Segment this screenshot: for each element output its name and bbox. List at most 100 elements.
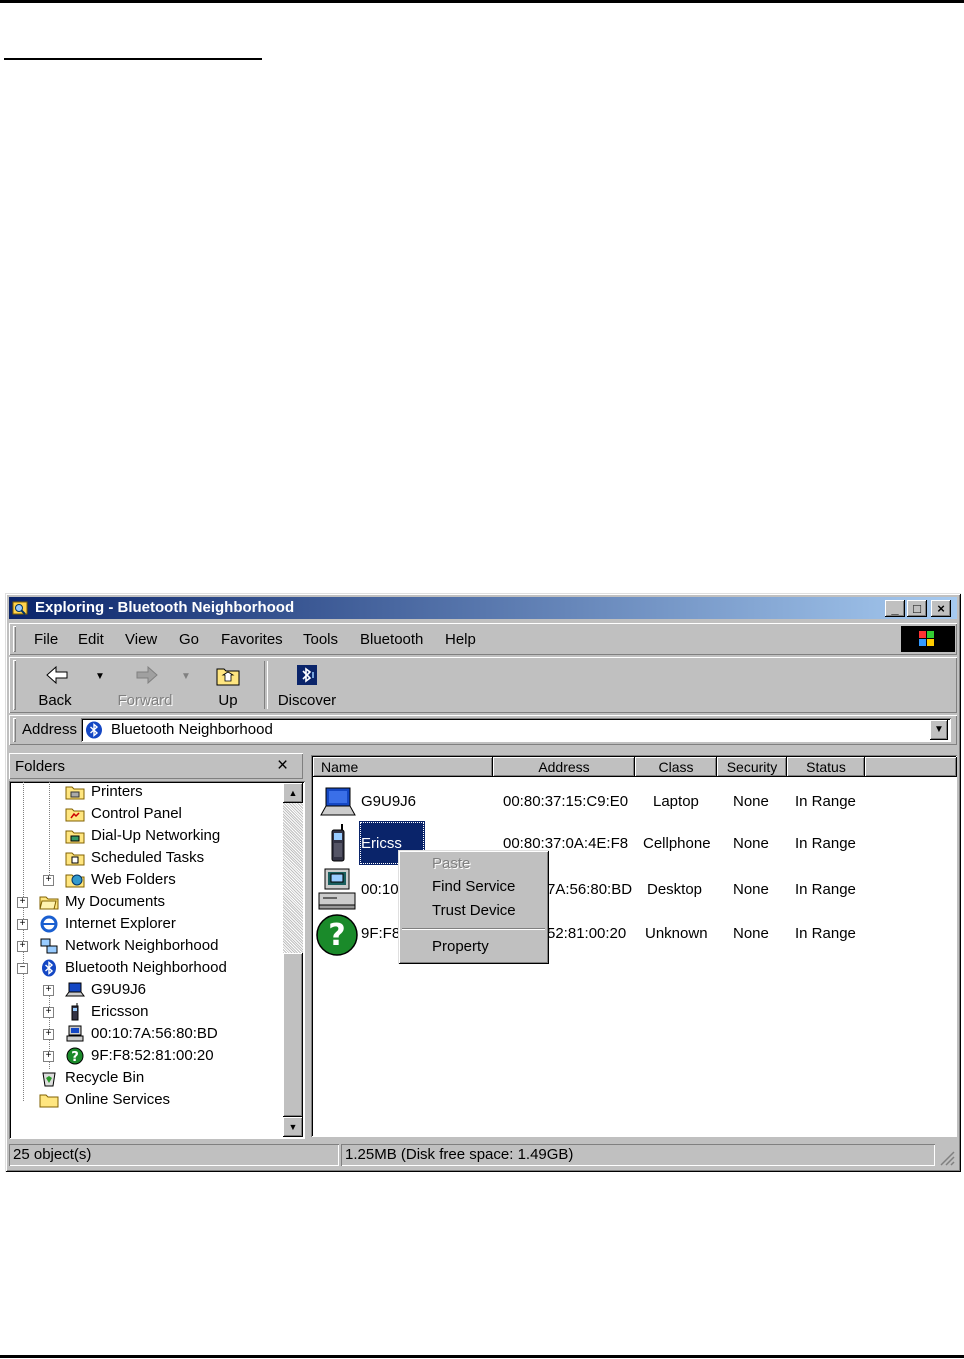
folder-tree[interactable]: Printers Control Panel Dial-Up Networkin… bbox=[9, 781, 305, 1139]
scroll-up-button[interactable]: ▲ bbox=[283, 783, 303, 803]
tree-item-desktop-device[interactable]: + 00:10:7A:56:80:BD bbox=[43, 1023, 263, 1045]
forward-dropdown-icon[interactable]: ▼ bbox=[181, 671, 191, 682]
menu-help[interactable]: Help bbox=[445, 631, 476, 648]
address-bar: Address Bluetooth Neighborhood ▼ bbox=[9, 715, 957, 745]
column-header-blank bbox=[865, 757, 957, 777]
maximize-button[interactable]: □ bbox=[907, 600, 927, 617]
row-name: 9F:F8 bbox=[361, 925, 401, 942]
address-value: Bluetooth Neighborhood bbox=[111, 721, 273, 738]
tree-item-web-folders[interactable]: + Web Folders bbox=[43, 869, 243, 891]
address-bar-grip[interactable] bbox=[13, 718, 16, 742]
close-button[interactable]: × bbox=[931, 600, 951, 617]
context-menu-property[interactable]: Property bbox=[432, 938, 489, 955]
bluetooth-discover-icon bbox=[297, 665, 317, 685]
context-menu-find-service[interactable]: Find Service bbox=[432, 878, 515, 895]
menu-view[interactable]: View bbox=[125, 631, 157, 648]
column-header-name[interactable]: Name bbox=[313, 757, 493, 777]
svg-text:?: ? bbox=[71, 1050, 79, 1065]
row-address: 7A:56:80:BD bbox=[547, 881, 633, 898]
context-menu: Paste Find Service Trust Device Property bbox=[398, 850, 549, 964]
menu-bar-grip[interactable] bbox=[13, 626, 16, 652]
desktop-computer-icon bbox=[318, 868, 356, 910]
expand-icon[interactable]: + bbox=[17, 941, 28, 952]
menu-bluetooth[interactable]: Bluetooth bbox=[360, 631, 423, 648]
title-bar[interactable]: Exploring - Bluetooth Neighborhood _ □ × bbox=[9, 597, 957, 619]
cellphone-icon bbox=[71, 1003, 79, 1021]
folder-icon bbox=[39, 1094, 59, 1108]
row-class: Desktop bbox=[647, 881, 703, 898]
menu-favorites[interactable]: Favorites bbox=[221, 631, 283, 648]
scheduled-tasks-icon bbox=[65, 852, 85, 866]
expand-icon[interactable]: + bbox=[17, 919, 28, 930]
expand-icon[interactable]: + bbox=[43, 1029, 54, 1040]
tree-item-ericsson[interactable]: + Ericsson bbox=[43, 1001, 243, 1023]
toolbar-grip[interactable] bbox=[13, 660, 16, 710]
address-field[interactable]: Bluetooth Neighborhood ▼ bbox=[81, 718, 951, 742]
row-security: None bbox=[733, 925, 769, 942]
tree-item-g9u9j6[interactable]: + G9U9J6 bbox=[43, 979, 243, 1001]
column-header-address[interactable]: Address bbox=[493, 757, 635, 777]
explorer-window-icon bbox=[12, 601, 28, 615]
folders-close-icon[interactable]: × bbox=[277, 755, 288, 777]
tree-item-my-documents[interactable]: + My Documents bbox=[17, 891, 237, 913]
scroll-thumb[interactable] bbox=[283, 953, 303, 1117]
dialup-networking-icon bbox=[65, 830, 85, 844]
expand-icon[interactable]: + bbox=[43, 875, 54, 886]
minimize-button[interactable]: _ bbox=[885, 600, 905, 617]
toolbar-separator bbox=[264, 661, 268, 709]
menu-edit[interactable]: Edit bbox=[78, 631, 104, 648]
context-menu-paste[interactable]: Paste bbox=[432, 855, 470, 872]
svg-text:?: ? bbox=[328, 918, 345, 953]
column-header-class[interactable]: Class bbox=[635, 757, 717, 777]
discover-label: Discover bbox=[277, 692, 337, 709]
expand-icon[interactable]: + bbox=[17, 897, 28, 908]
tree-line bbox=[49, 781, 50, 881]
row-address: 00:80:37:15:C9:E0 bbox=[503, 793, 629, 810]
row-security: None bbox=[733, 793, 769, 810]
back-button[interactable]: Back bbox=[25, 659, 85, 711]
unknown-device-icon: ? bbox=[66, 1047, 84, 1065]
bluetooth-icon bbox=[86, 721, 102, 739]
web-folders-icon bbox=[65, 874, 85, 888]
collapse-icon[interactable]: − bbox=[17, 963, 28, 974]
tree-item-internet-explorer[interactable]: + Internet Explorer bbox=[17, 913, 237, 935]
context-menu-trust-device[interactable]: Trust Device bbox=[432, 902, 516, 919]
discover-button[interactable]: Discover bbox=[273, 659, 341, 711]
chevron-down-icon: ▼ bbox=[934, 724, 944, 735]
forward-arrow-icon bbox=[136, 665, 158, 685]
windows-logo bbox=[901, 626, 955, 652]
folder-tree-scrollbar[interactable]: ▲ ▼ bbox=[283, 783, 303, 1137]
forward-button[interactable]: Forward bbox=[111, 659, 179, 711]
resize-grip-icon[interactable] bbox=[937, 1148, 955, 1166]
expand-icon[interactable]: + bbox=[43, 985, 54, 996]
row-name: Ericss bbox=[361, 835, 402, 852]
bluetooth-icon bbox=[42, 959, 56, 977]
back-label: Back bbox=[38, 692, 72, 709]
page-top-rule bbox=[0, 0, 964, 3]
internet-explorer-icon bbox=[40, 915, 58, 933]
back-arrow-icon bbox=[46, 665, 68, 685]
row-class: Laptop bbox=[653, 793, 699, 810]
tree-item-bluetooth-neighborhood[interactable]: − Bluetooth Neighborhood bbox=[17, 957, 257, 979]
window-title: Exploring - Bluetooth Neighborhood bbox=[35, 599, 295, 616]
scroll-down-button[interactable]: ▼ bbox=[283, 1117, 303, 1137]
tree-item-unknown-device[interactable]: + ? 9F:F8:52:81:00:20 bbox=[43, 1045, 263, 1067]
status-disk-space: 1.25MB (Disk free space: 1.49GB) bbox=[341, 1144, 935, 1166]
recycle-bin-icon bbox=[42, 1072, 56, 1087]
expand-icon[interactable]: + bbox=[43, 1051, 54, 1062]
tree-item-network-neighborhood[interactable]: + Network Neighborhood bbox=[17, 935, 247, 957]
row-status: In Range bbox=[795, 881, 856, 898]
menu-go[interactable]: Go bbox=[179, 631, 199, 648]
back-dropdown-icon[interactable]: ▼ bbox=[95, 671, 105, 682]
column-header-status[interactable]: Status bbox=[787, 757, 865, 777]
menu-file[interactable]: File bbox=[34, 631, 58, 648]
up-button[interactable]: Up bbox=[205, 659, 251, 711]
menu-bar: File Edit View Go Favorites Tools Blueto… bbox=[9, 623, 957, 655]
menu-tools[interactable]: Tools bbox=[303, 631, 338, 648]
row-status: In Range bbox=[795, 793, 856, 810]
status-object-count: 25 object(s) bbox=[9, 1144, 339, 1166]
folders-pane: Folders × Printers Control Panel Dial-Up… bbox=[9, 753, 305, 1139]
expand-icon[interactable]: + bbox=[43, 1007, 54, 1018]
column-header-security[interactable]: Security bbox=[717, 757, 787, 777]
address-dropdown-button[interactable]: ▼ bbox=[930, 720, 948, 740]
